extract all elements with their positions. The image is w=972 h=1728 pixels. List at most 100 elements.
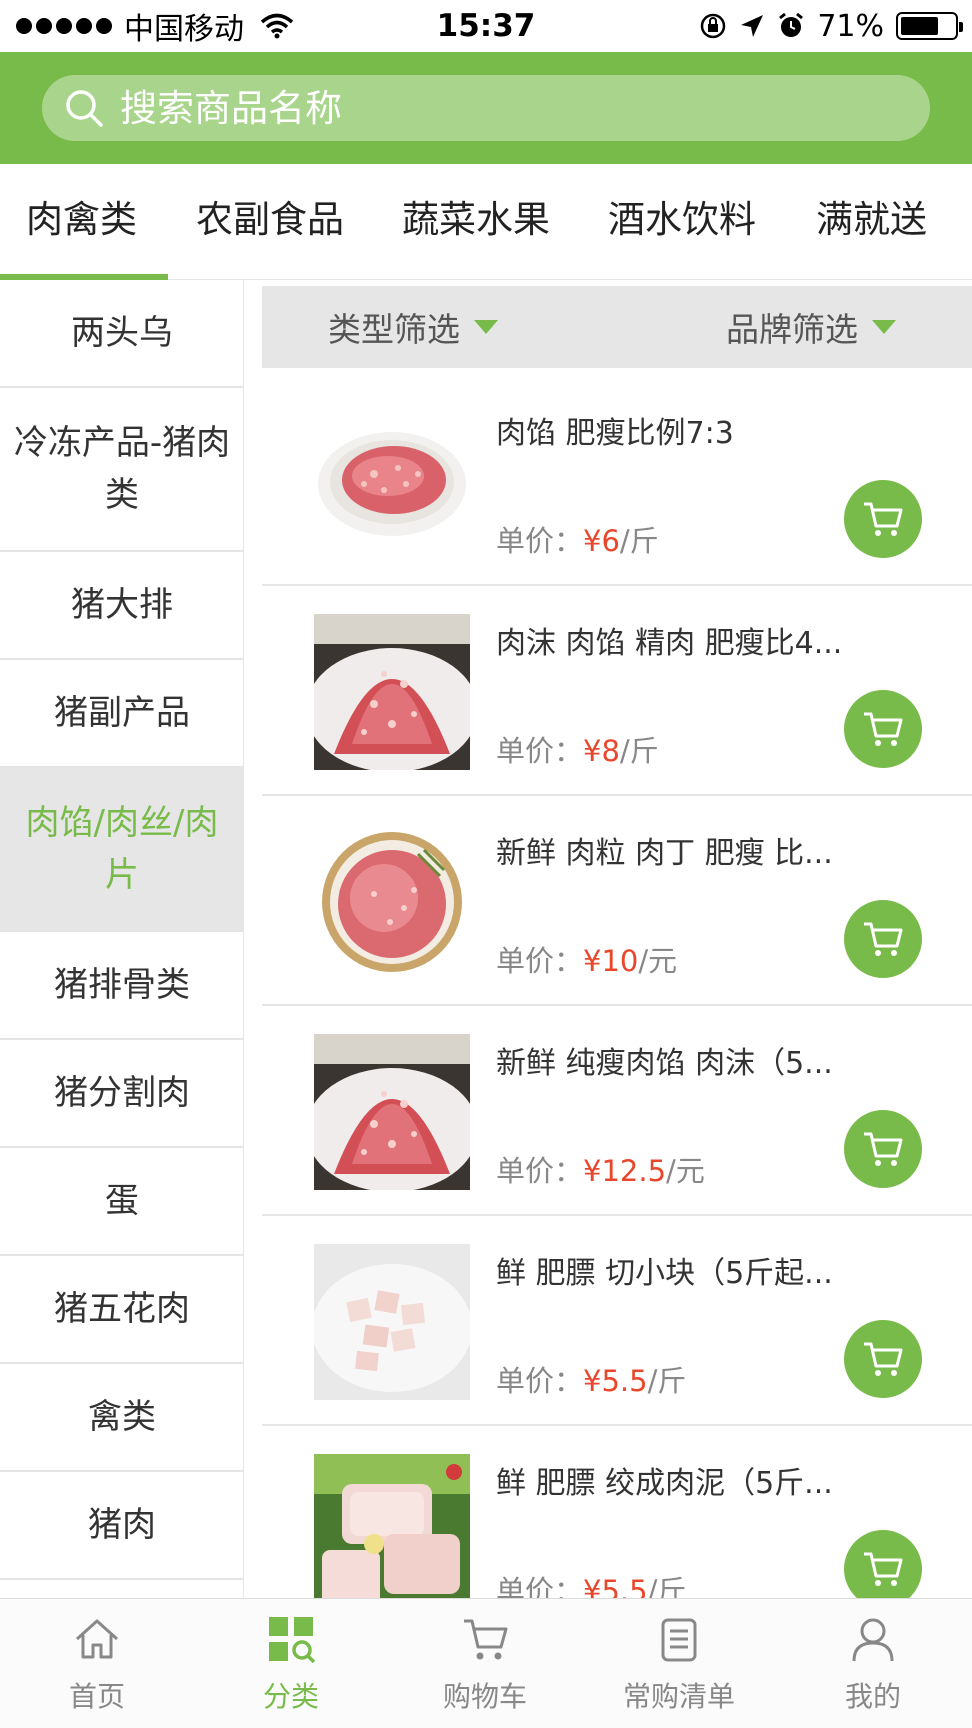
- price-unit: /元: [666, 1154, 705, 1188]
- sidebar-item[interactable]: 蛋: [0, 1148, 243, 1256]
- search-bar[interactable]: [42, 75, 930, 141]
- add-to-cart-button[interactable]: [844, 690, 922, 768]
- nav-cart[interactable]: 购物车: [388, 1599, 582, 1728]
- product-name: 新鲜 肉粒 肉丁 肥瘦 比...: [496, 836, 833, 871]
- category-icon: [269, 1617, 315, 1663]
- price-unit: /斤: [647, 1364, 687, 1398]
- nav-frequent-list-label: 常购清单: [622, 1680, 735, 1713]
- add-to-cart-button[interactable]: [844, 900, 922, 978]
- add-to-cart-button[interactable]: [844, 480, 922, 558]
- list-icon: [661, 1618, 697, 1662]
- price-prefix: 单价：: [496, 944, 584, 978]
- price-prefix: 单价：: [496, 1154, 584, 1188]
- price-value: ¥10: [583, 944, 639, 978]
- sidebar-item[interactable]: 猪大排: [0, 552, 243, 660]
- price-prefix: 单价：: [496, 1364, 584, 1398]
- price-value: ¥12.5: [583, 1154, 667, 1188]
- dropdown-triangle-icon: [872, 320, 896, 334]
- dropdown-triangle-icon: [474, 320, 498, 334]
- product-price: 单价：¥12.5/元: [496, 1148, 705, 1190]
- cart-icon: [864, 502, 903, 536]
- product-item[interactable]: 新鲜 纯瘦肉馅 肉沫（5... 单价：¥12.5/元: [262, 1008, 972, 1216]
- sidebar-item[interactable]: 猪肉: [0, 1472, 243, 1580]
- price-prefix: 单价：: [496, 734, 584, 768]
- subcategory-sidebar: 两头乌 冷冻产品-猪肉类 猪大排 猪副产品 肉馅/肉丝/肉片 猪排骨类 猪分割肉…: [0, 280, 244, 1598]
- tab-vegetables-fruits[interactable]: 蔬菜水果: [402, 164, 550, 280]
- add-to-cart-button[interactable]: [844, 1110, 922, 1188]
- product-price: 单价：¥5.5/斤: [496, 1358, 686, 1400]
- location-arrow-icon: [741, 15, 764, 37]
- cart-icon: [864, 922, 903, 956]
- orientation-lock-icon: [701, 13, 726, 39]
- status-left: 中国移动: [16, 0, 294, 52]
- cart-icon: [464, 1619, 508, 1660]
- tab-meat-poultry[interactable]: 肉禽类: [26, 164, 137, 280]
- brand-filter-label: 品牌筛选: [726, 310, 858, 349]
- carrier-label: 中国移动: [124, 12, 244, 47]
- sidebar-item-active[interactable]: 肉馅/肉丝/肉片: [0, 768, 243, 932]
- type-filter-label: 类型筛选: [328, 310, 460, 349]
- product-list: 肉馅 肥瘦比例7:3 单价：¥6/斤 肉沫 肉馅 精肉 肥瘦比4... 单价：¥…: [262, 378, 972, 1598]
- nav-frequent-list[interactable]: 常购清单: [582, 1599, 776, 1728]
- tab-gift-promo[interactable]: 满就送: [816, 164, 927, 280]
- product-item[interactable]: 肉沫 肉馅 精肉 肥瘦比4... 单价：¥8/斤: [262, 588, 972, 796]
- product-item[interactable]: 新鲜 肉粒 肉丁 肥瘦 比... 单价：¥10/元: [262, 798, 972, 1006]
- add-to-cart-button[interactable]: [844, 1320, 922, 1398]
- price-prefix: 单价：: [496, 524, 584, 558]
- product-name: 肉馅 肥瘦比例7:3: [496, 416, 734, 451]
- product-price: 单价：¥8/斤: [496, 728, 659, 770]
- product-item[interactable]: 鲜 肥膘 切小块（5斤起... 单价：¥5.5/斤: [262, 1218, 972, 1426]
- cart-icon: [864, 1552, 903, 1586]
- battery-percent: 71%: [817, 8, 884, 44]
- signal-dots-icon: [16, 18, 112, 34]
- sidebar-item[interactable]: 冷冻产品-猪肉类: [0, 388, 243, 552]
- nav-home[interactable]: 首页: [0, 1599, 194, 1728]
- nav-profile[interactable]: 我的: [776, 1599, 970, 1728]
- home-icon: [75, 1619, 119, 1659]
- price-prefix: 单价：: [496, 1574, 584, 1598]
- product-image: [314, 824, 470, 980]
- search-icon: [66, 90, 103, 127]
- price-value: ¥8: [583, 734, 620, 768]
- add-to-cart-button[interactable]: [844, 1530, 922, 1598]
- sidebar-item[interactable]: 两头乌: [0, 280, 243, 388]
- tab-agricultural-food[interactable]: 农副食品: [196, 164, 344, 280]
- nav-cart-label: 购物车: [442, 1680, 527, 1713]
- alarm-icon: [779, 12, 804, 37]
- status-right: 71%: [699, 0, 963, 52]
- product-name: 鲜 肥膘 绞成肉泥（5斤...: [496, 1466, 833, 1501]
- cart-icon: [864, 1132, 903, 1166]
- category-tabs: 肉禽类 农副食品 蔬菜水果 酒水饮料 满就送: [0, 164, 972, 280]
- app-header: [0, 52, 972, 164]
- bottom-nav: 首页 分类 购物车 常购清单 我的: [0, 1598, 972, 1728]
- price-unit: /斤: [647, 1574, 687, 1598]
- sidebar-item[interactable]: 猪五花肉: [0, 1256, 243, 1364]
- sidebar-item[interactable]: 猪分割肉: [0, 1040, 243, 1148]
- product-item[interactable]: 肉馅 肥瘦比例7:3 单价：¥6/斤: [262, 378, 972, 586]
- sidebar-item[interactable]: 猪排骨类: [0, 932, 243, 1040]
- cart-icon: [864, 712, 903, 746]
- price-value: ¥6: [583, 524, 620, 558]
- product-image: [314, 1244, 470, 1400]
- product-item[interactable]: 鲜 肥膘 绞成肉泥（5斤... 单价：¥5.5/斤: [262, 1428, 972, 1598]
- product-name: 肉沫 肉馅 精肉 肥瘦比4...: [496, 626, 843, 661]
- product-image: [314, 1454, 470, 1598]
- search-input[interactable]: [120, 86, 880, 130]
- product-name: 鲜 肥膘 切小块（5斤起...: [496, 1256, 833, 1291]
- product-name: 新鲜 纯瘦肉馅 肉沫（5...: [496, 1046, 833, 1081]
- price-value: ¥5.5: [583, 1364, 648, 1398]
- nav-category[interactable]: 分类: [194, 1599, 388, 1728]
- brand-filter-button[interactable]: 品牌筛选: [726, 286, 896, 368]
- sidebar-item[interactable]: 猪副产品: [0, 660, 243, 768]
- price-unit: /斤: [619, 734, 659, 768]
- nav-category-label: 分类: [262, 1680, 319, 1713]
- nav-home-label: 首页: [68, 1680, 125, 1713]
- sidebar-item[interactable]: 禽类: [0, 1364, 243, 1472]
- tab-drinks[interactable]: 酒水饮料: [608, 164, 756, 280]
- filter-bar: 类型筛选 品牌筛选: [262, 286, 972, 368]
- product-price: 单价：¥6/斤: [496, 518, 659, 560]
- price-unit: /斤: [619, 524, 659, 558]
- type-filter-button[interactable]: 类型筛选: [328, 286, 498, 368]
- price-value: ¥5.5: [583, 1574, 648, 1598]
- price-unit: /元: [638, 944, 678, 978]
